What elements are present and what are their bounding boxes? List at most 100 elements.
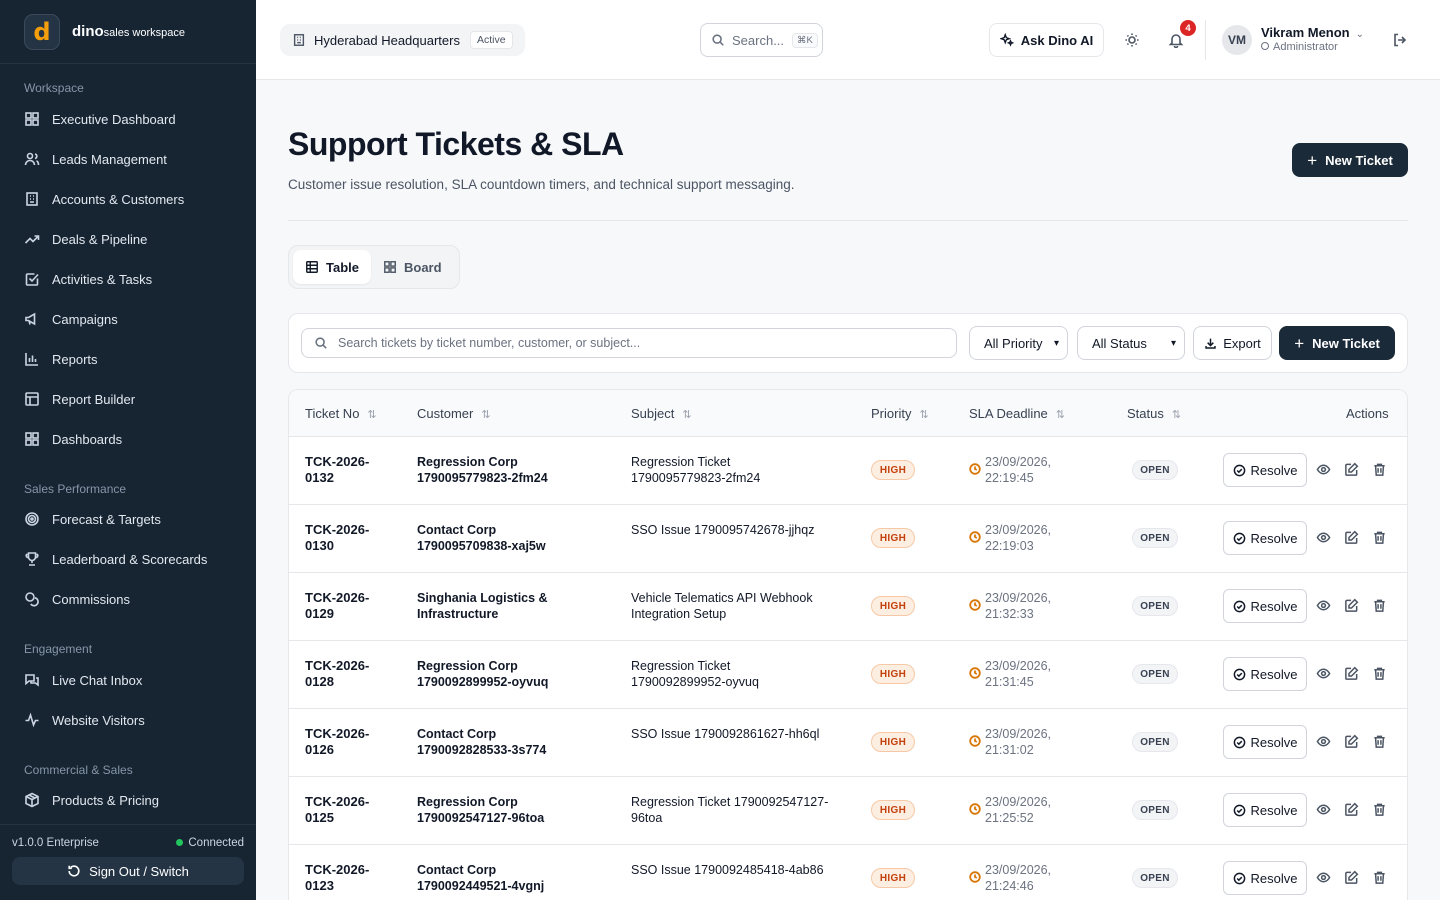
view-button[interactable] [1316, 734, 1332, 750]
column-status[interactable]: Status ⇅ [1127, 406, 1181, 421]
ticket-number[interactable]: TCK-2026- 0125 [305, 794, 369, 826]
topbar: Hyderabad Headquarters Active Search... … [256, 0, 1440, 80]
sidebar-item-campaigns[interactable]: Campaigns [0, 299, 256, 339]
ticket-number[interactable]: TCK-2026- 0132 [305, 454, 369, 486]
delete-button[interactable] [1372, 462, 1388, 478]
ticket-number[interactable]: TCK-2026- 0129 [305, 590, 369, 622]
delete-button[interactable] [1372, 598, 1388, 614]
ticket-search-input[interactable]: Search tickets by ticket number, custome… [301, 328, 957, 358]
view-button[interactable] [1316, 598, 1332, 614]
sidebar-item-dashboards[interactable]: Dashboards [0, 419, 256, 459]
delete-button[interactable] [1372, 530, 1388, 546]
sidebar-item-live-chat-inbox[interactable]: Live Chat Inbox [0, 660, 256, 700]
building-icon [293, 34, 305, 46]
table-row[interactable]: TCK-2026- 0129 Singhania Logistics & Infra… [289, 573, 1407, 641]
edit-button[interactable] [1344, 802, 1360, 818]
new-ticket-button[interactable]: + New Ticket [1279, 326, 1395, 360]
new-ticket-header-button[interactable]: + New Ticket [1292, 143, 1408, 177]
sidebar-item-activities-tasks[interactable]: Activities & Tasks [0, 259, 256, 299]
table-row[interactable]: TCK-2026- 0132 Regression Corp 17900957798… [289, 437, 1407, 505]
theme-toggle-button[interactable] [1120, 28, 1144, 52]
sidebar-item-reports[interactable]: Reports [0, 339, 256, 379]
trash-icon [1374, 871, 1385, 884]
sort-icon: ⇅ [919, 409, 929, 421]
table-row[interactable]: TCK-2026- 0123 Contact Corp 1790092449521-… [289, 845, 1407, 900]
resolve-button[interactable]: Resolve [1223, 793, 1307, 827]
global-search-placeholder: Search... [732, 32, 785, 48]
edit-button[interactable] [1344, 462, 1360, 478]
column-customer[interactable]: Customer ⇅ [417, 406, 491, 421]
delete-button[interactable] [1372, 870, 1388, 886]
brand[interactable]: d dinosales workspace [0, 0, 256, 64]
table-row[interactable]: TCK-2026- 0125 Regression Corp 17900925471… [289, 777, 1407, 845]
table-row[interactable]: TCK-2026- 0130 Contact Corp 1790095709838-… [289, 505, 1407, 573]
sidebar-item-leads-management[interactable]: Leads Management [0, 139, 256, 179]
delete-button[interactable] [1372, 802, 1388, 818]
edit-button[interactable] [1344, 734, 1360, 750]
column-ticket-no[interactable]: Ticket No ⇅ [305, 406, 377, 421]
column-priority[interactable]: Priority ⇅ [871, 406, 929, 421]
sidebar-item-report-builder[interactable]: Report Builder [0, 379, 256, 419]
ticket-number[interactable]: TCK-2026- 0128 [305, 658, 369, 690]
resolve-button[interactable]: Resolve [1223, 453, 1307, 487]
avatar[interactable]: VM [1222, 25, 1252, 55]
status-select[interactable]: All Status ▾ [1077, 326, 1185, 360]
resolve-button[interactable]: Resolve [1223, 861, 1307, 895]
delete-button[interactable] [1372, 734, 1388, 750]
logout-button[interactable] [1388, 28, 1412, 52]
eye-icon [1316, 804, 1331, 815]
column-sla-deadline[interactable]: SLA Deadline ⇅ [969, 406, 1065, 421]
delete-button[interactable] [1372, 666, 1388, 682]
table-row[interactable]: TCK-2026- 0128 Regression Corp 17900928999… [289, 641, 1407, 709]
sidebar-item-label: Activities & Tasks [52, 271, 153, 287]
sidebar-item-website-visitors[interactable]: Website Visitors [0, 700, 256, 740]
table-row[interactable]: TCK-2026- 0126 Contact Corp 1790092828533-… [289, 709, 1407, 777]
notifications-button[interactable]: 4 [1164, 20, 1196, 52]
ticket-number[interactable]: TCK-2026- 0123 [305, 862, 369, 894]
sidebar-item-label: Reports [52, 351, 98, 367]
column-actions: Actions [1346, 406, 1389, 421]
sidebar-item-forecast-targets[interactable]: Forecast & Targets [0, 499, 256, 539]
tab-board[interactable]: Board [371, 250, 454, 284]
sidebar-item-accounts-customers[interactable]: Accounts & Customers [0, 179, 256, 219]
user-menu[interactable]: Vikram Menon ⌄ [1261, 25, 1364, 40]
sla-deadline: 23/09/2026, 22:19:45 [969, 454, 1051, 486]
sidebar-item-label: Executive Dashboard [52, 111, 176, 127]
edit-button[interactable] [1344, 598, 1360, 614]
ticket-number[interactable]: TCK-2026- 0126 [305, 726, 369, 758]
view-button[interactable] [1316, 530, 1332, 546]
sidebar-item-leaderboard-scorecards[interactable]: Leaderboard & Scorecards [0, 539, 256, 579]
check-circle-icon [1233, 804, 1245, 816]
resolve-button[interactable]: Resolve [1223, 589, 1307, 623]
view-button[interactable] [1316, 462, 1332, 478]
chat-icon [25, 674, 39, 687]
global-search[interactable]: Search... ⌘K [700, 23, 823, 57]
edit-button[interactable] [1344, 870, 1360, 886]
sidebar-item-deals-pipeline[interactable]: Deals & Pipeline [0, 219, 256, 259]
clock-icon [969, 531, 981, 543]
tab-table[interactable]: Table [293, 250, 371, 284]
role-icon [1261, 42, 1269, 50]
edit-button[interactable] [1344, 530, 1360, 546]
ticket-number[interactable]: TCK-2026- 0130 [305, 522, 369, 554]
sort-icon: ⇅ [1171, 409, 1182, 421]
coins-icon [25, 592, 39, 607]
sidebar-item-commissions[interactable]: Commissions [0, 579, 256, 619]
sign-out-button[interactable]: Sign Out / Switch [12, 857, 244, 885]
edit-button[interactable] [1344, 666, 1360, 682]
ask-dino-ai-button[interactable]: Ask Dino AI [989, 23, 1104, 57]
sidebar-item-executive-dashboard[interactable]: Executive Dashboard [0, 99, 256, 139]
view-button[interactable] [1316, 870, 1332, 886]
resolve-button[interactable]: Resolve [1223, 657, 1307, 691]
export-button[interactable]: Export [1193, 326, 1272, 360]
resolve-button[interactable]: Resolve [1223, 725, 1307, 759]
priority-select[interactable]: All Priority ▾ [969, 326, 1068, 360]
org-switcher[interactable]: Hyderabad Headquarters Active [280, 24, 525, 56]
check-circle-icon [1233, 736, 1245, 748]
resolve-button[interactable]: Resolve [1223, 521, 1307, 555]
sidebar-item-products-pricing[interactable]: Products & Pricing [0, 780, 256, 820]
column-subject[interactable]: Subject ⇅ [631, 406, 692, 421]
check-square-icon [25, 273, 39, 286]
view-button[interactable] [1316, 666, 1332, 682]
view-button[interactable] [1316, 802, 1332, 818]
